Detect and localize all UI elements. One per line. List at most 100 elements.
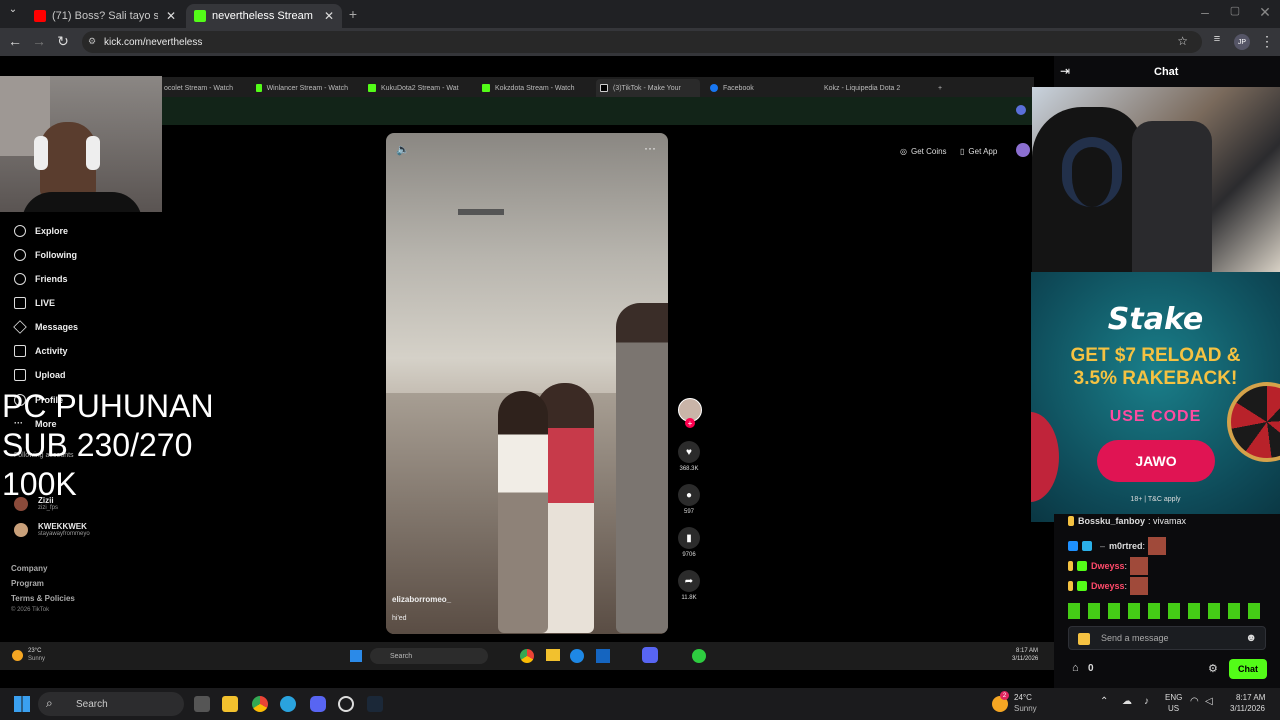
windows-start-icon[interactable] [14, 696, 30, 712]
friends-icon [14, 273, 26, 285]
sidebar-item-activity[interactable]: Activity [14, 345, 68, 357]
emote-row[interactable] [1068, 603, 1266, 619]
wifi-icon[interactable]: ◠ [1190, 696, 1199, 707]
sidebar-item-friends[interactable]: Friends [14, 273, 68, 285]
youtube-icon [34, 10, 46, 22]
sidebar-item-following[interactable]: Following [14, 249, 77, 261]
network-icon[interactable]: ☁ [1122, 696, 1132, 707]
menu-icon[interactable]: ⋮ [1258, 33, 1276, 50]
folder-icon[interactable] [546, 649, 560, 661]
stake-code-button[interactable]: JAWO [1097, 440, 1215, 482]
inner-tab[interactable]: Winlancer Stream - Watch [256, 79, 348, 97]
inner-new-tab[interactable]: + [938, 79, 958, 97]
new-tab-button[interactable]: + [344, 6, 362, 22]
close-window-icon[interactable]: ✕ [1256, 4, 1274, 21]
get-coins-button[interactable]: ◎ Get Coins [900, 143, 947, 159]
inner-tab[interactable]: Kokzdota Stream - Watch [482, 79, 582, 97]
inner-tab[interactable]: Kokz - Liquipedia Dota 2 [824, 79, 914, 97]
lang-indicator[interactable]: ENG [1165, 693, 1182, 702]
get-app-button[interactable]: ▯ Get App [960, 143, 997, 159]
obs-icon[interactable] [338, 696, 354, 712]
chrome-icon[interactable] [520, 649, 534, 663]
maximize-icon[interactable]: ▢ [1226, 4, 1244, 17]
sidebar-item-live[interactable]: LIVE [14, 297, 55, 309]
volume-icon[interactable]: ◁ [1205, 696, 1213, 707]
tab-youtube[interactable]: (71) Boss? Sali tayo sa pinoy he ✕ [26, 4, 184, 28]
inner-tab[interactable]: Facebook [710, 79, 810, 97]
stake-headline-1: GET $7 RELOAD & [1070, 345, 1241, 366]
discord-icon[interactable] [310, 696, 326, 712]
sidebar-item-upload[interactable]: Upload [14, 369, 66, 381]
more-options-icon[interactable]: ··· [644, 141, 656, 155]
video-author[interactable]: elizaborromeo_ [392, 595, 451, 604]
like-button[interactable]: ♥ 368.3K [678, 441, 700, 472]
points-icon[interactable]: ⌂ [1072, 662, 1079, 674]
footer-program[interactable]: Program [11, 579, 44, 588]
reading-list-icon[interactable]: ≡ [1208, 33, 1226, 45]
url-field[interactable]: ⚙ kick.com/nevertheless ☆ [82, 31, 1202, 53]
inner-taskbar: 23°C Sunny Search 8:17 AM 3/11/2026 [0, 642, 1054, 670]
avatar [14, 522, 28, 537]
chat-input[interactable]: Send a message ☻ [1068, 626, 1266, 650]
person-white-top [498, 391, 548, 633]
task-view-icon[interactable] [194, 696, 210, 712]
emoji-icon[interactable]: ☻ [1245, 632, 1257, 644]
inner-search-box[interactable]: Search [370, 648, 488, 664]
tab-list-icon[interactable]: ⌄ [4, 4, 22, 15]
clock-time[interactable]: 8:17 AM [1236, 693, 1265, 702]
inner-tab[interactable]: KukuDota2 Stream - Wat [368, 79, 460, 97]
chrome-icon[interactable] [252, 696, 268, 712]
taskbar-search[interactable]: ⌕ Search [38, 692, 184, 716]
save-button[interactable]: ▮ 9706 [678, 527, 700, 558]
share-button[interactable]: ➦ 11.8K [678, 570, 700, 601]
inner-tab[interactable]: ocolet Stream - Watch✕ [164, 79, 240, 97]
tray-chevron-icon[interactable]: ⌃ [1100, 696, 1108, 707]
minimize-icon[interactable]: – [1196, 4, 1214, 20]
store-icon[interactable] [596, 649, 610, 663]
sidebar-item-explore[interactable]: Explore [14, 225, 68, 237]
roulette-wheel-icon [1227, 382, 1280, 462]
following-account[interactable]: KWEKKWEK stayawayfrommeyo [14, 522, 90, 537]
follow-plus-icon[interactable]: + [685, 418, 695, 428]
footer-company[interactable]: Company [11, 564, 47, 573]
back-icon[interactable]: ← [6, 33, 24, 49]
close-tab-icon[interactable]: ✕ [324, 9, 334, 23]
sidebar-item-messages[interactable]: Messages [13, 320, 78, 334]
footer-copyright: © 2026 TikTok [11, 607, 50, 613]
tiktok-video[interactable]: 🔈 ··· elizaborromeo_ hi'ed [386, 133, 668, 634]
stake-ad-banner[interactable]: Stake GET $7 RELOAD & 3.5% RAKEBACK! USE… [1031, 272, 1280, 522]
comment-button[interactable]: ● 597 [678, 484, 700, 515]
emote-picker-icon[interactable] [1078, 633, 1090, 645]
footer-terms[interactable]: Terms & Policies [11, 594, 75, 603]
stake-logo: Stake [1107, 302, 1204, 337]
chat-send-button[interactable]: Chat [1229, 659, 1267, 679]
windows-start-icon[interactable] [350, 650, 362, 662]
inner-tab-active[interactable]: (3)TikTok - Make Your [596, 79, 700, 97]
tiktok-profile-avatar[interactable] [1016, 143, 1030, 157]
gaming-chair [1132, 121, 1212, 273]
profile-avatar[interactable]: JP [1234, 34, 1250, 50]
inner-address-bar [162, 97, 1034, 125]
mic-icon[interactable]: ♪ [1144, 696, 1149, 707]
inner-weather-temp: 23°C [28, 648, 42, 654]
telegram-icon[interactable] [280, 696, 296, 712]
badge-icon [1082, 541, 1092, 551]
reload-icon[interactable]: ↻ [54, 33, 72, 50]
edge-icon[interactable] [570, 649, 584, 663]
spotify-icon[interactable] [692, 649, 706, 663]
site-info-icon[interactable]: ⚙ [88, 36, 96, 47]
chat-header: ⇥ Chat [1054, 56, 1280, 88]
collapse-chat-icon[interactable]: ⇥ [1060, 64, 1070, 78]
volume-icon[interactable]: 🔈 [396, 143, 410, 156]
file-explorer-icon[interactable] [222, 696, 238, 712]
close-tab-icon[interactable]: ✕ [166, 9, 176, 23]
tab-kick[interactable]: nevertheless Stream - Watch Li ✕ [186, 4, 342, 28]
discord-icon[interactable] [642, 647, 658, 663]
chat-settings-icon[interactable]: ⚙ [1208, 662, 1218, 675]
badge-icon [1068, 581, 1073, 591]
steam-icon[interactable] [367, 696, 383, 712]
forward-icon[interactable]: → [30, 33, 48, 49]
compass-icon [14, 225, 26, 237]
inner-profile-avatar[interactable] [1016, 105, 1026, 115]
bookmark-star-icon[interactable]: ☆ [1177, 34, 1188, 48]
